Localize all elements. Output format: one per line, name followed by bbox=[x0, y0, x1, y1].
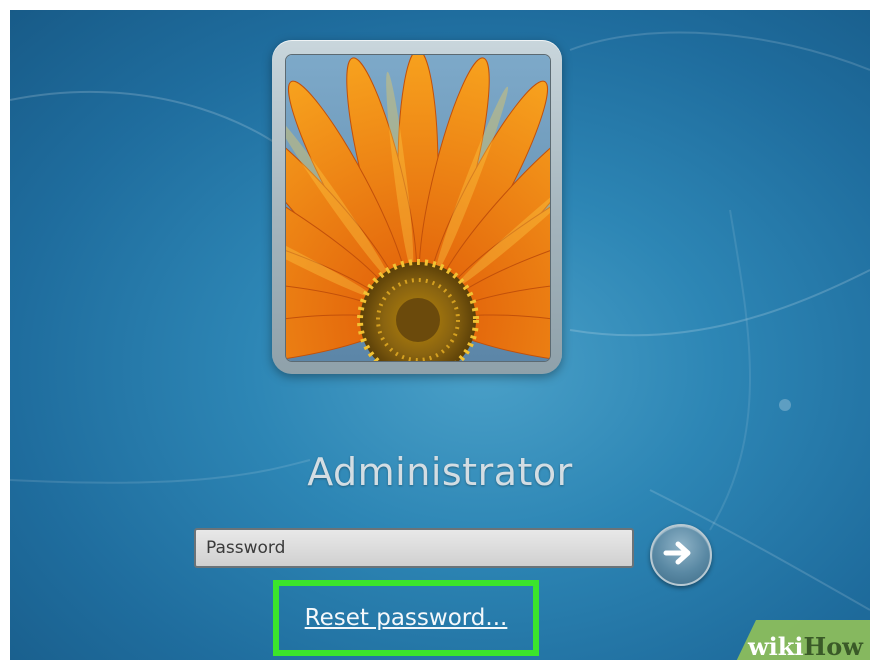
user-avatar-frame bbox=[272, 40, 562, 374]
watermark-wiki: wiki bbox=[748, 632, 804, 660]
submit-button[interactable] bbox=[650, 524, 712, 586]
orange-flower-avatar-icon bbox=[286, 55, 550, 361]
watermark-text: wikiHow bbox=[748, 632, 863, 660]
reset-password-link[interactable]: Reset password... bbox=[279, 586, 533, 650]
username-label: Administrator bbox=[307, 450, 573, 494]
watermark-how: How bbox=[803, 632, 863, 660]
avatar bbox=[285, 54, 551, 362]
password-field[interactable] bbox=[194, 528, 634, 568]
arrow-right-icon bbox=[663, 541, 691, 565]
login-screen: Administrator Reset password... wikiHow bbox=[10, 10, 870, 660]
